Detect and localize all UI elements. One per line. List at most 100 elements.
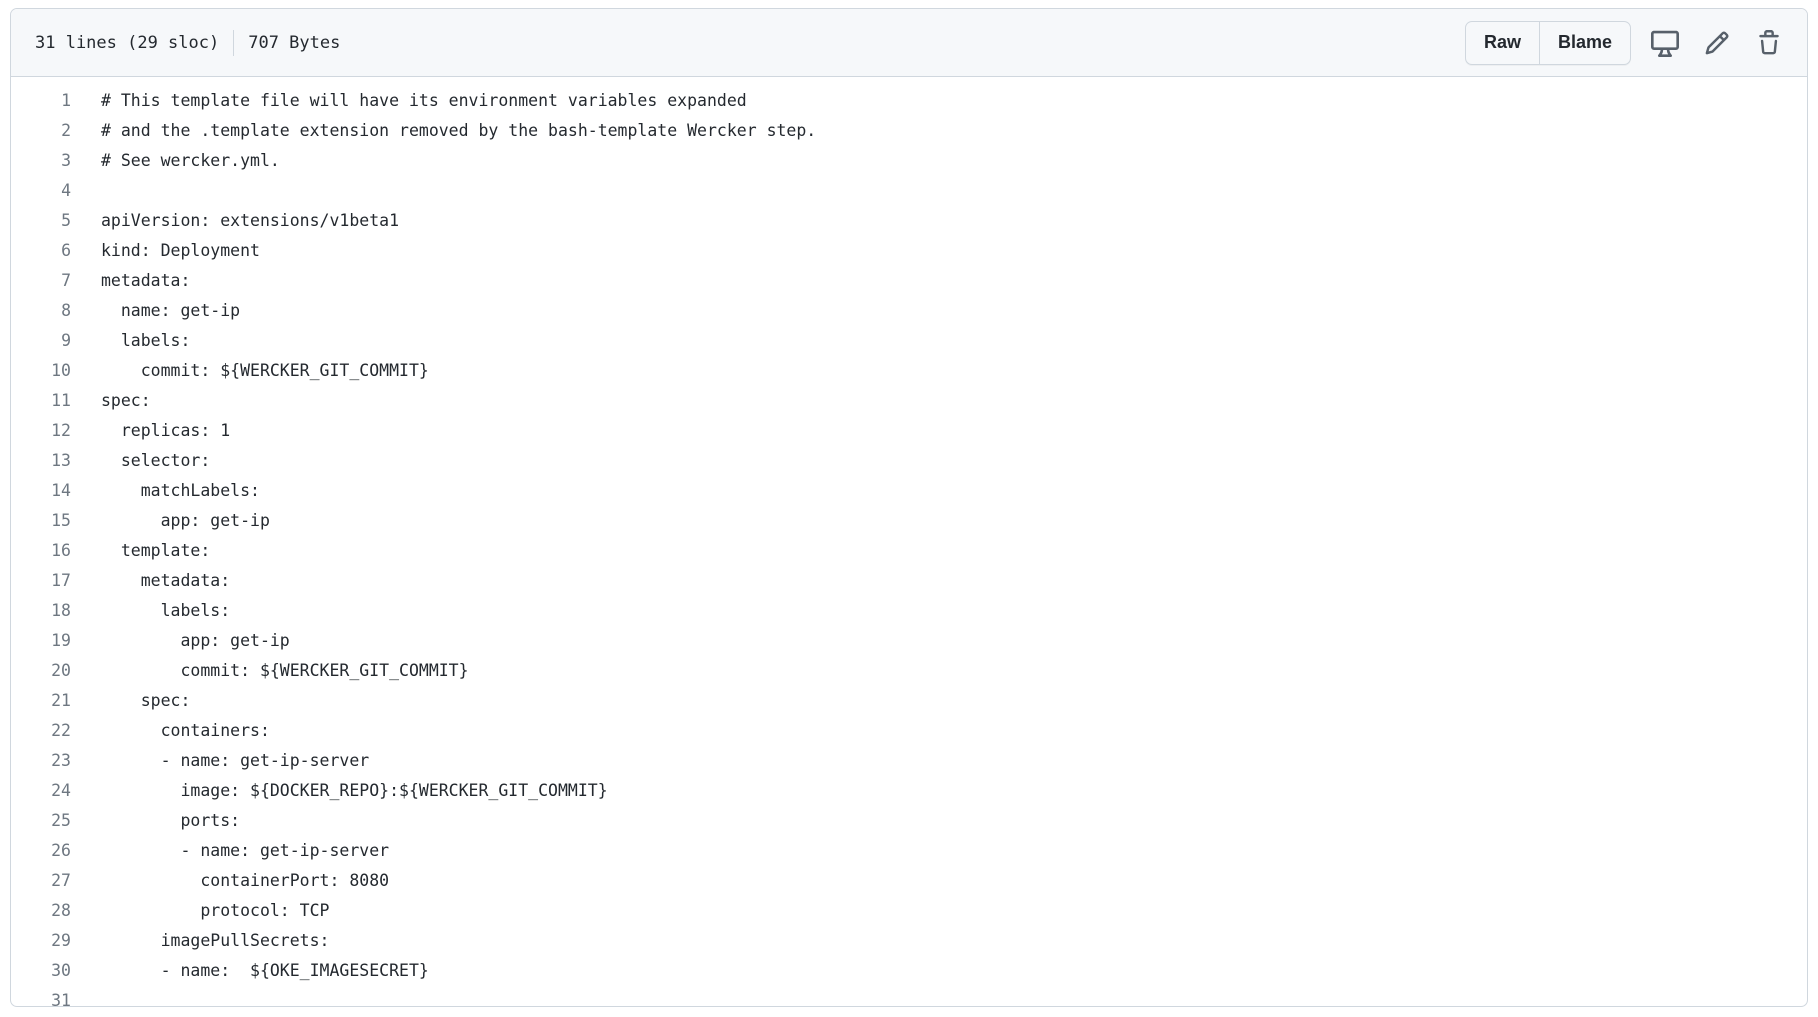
line-content: containers: [101,721,270,740]
line-content: kind: Deployment [101,241,260,260]
line-number[interactable]: 29 [11,926,71,956]
line-number[interactable]: 22 [11,716,71,746]
file-actions: Raw Blame [1464,20,1787,65]
raw-button[interactable]: Raw [1466,22,1539,64]
line-content: metadata: [101,271,191,290]
code-line: 28 protocol: TCP [11,896,1807,926]
code-line: 18 labels: [11,596,1807,626]
line-number[interactable]: 20 [11,656,71,686]
line-number[interactable]: 11 [11,386,71,416]
line-number[interactable]: 7 [11,266,71,296]
line-number[interactable]: 18 [11,596,71,626]
file-viewer: 31 lines (29 sloc) 707 Bytes Raw Blame 1… [10,8,1808,1007]
line-number[interactable]: 12 [11,416,71,446]
code-line: 15 app: get-ip [11,506,1807,536]
line-number[interactable]: 15 [11,506,71,536]
line-number[interactable]: 2 [11,116,71,146]
line-number[interactable]: 10 [11,356,71,386]
line-number[interactable]: 3 [11,146,71,176]
code-line: 6 kind: Deployment [11,236,1807,266]
line-number[interactable]: 23 [11,746,71,776]
line-content: - name: get-ip-server [101,841,390,860]
line-number[interactable]: 24 [11,776,71,806]
line-content: - name: ${OKE_IMAGESECRET} [101,961,429,980]
code-line: 9 labels: [11,326,1807,356]
code-line: 26 - name: get-ip-server [11,836,1807,866]
line-content: replicas: 1 [101,421,231,440]
code-line: 13 selector: [11,446,1807,476]
file-info: 31 lines (29 sloc) 707 Bytes [35,29,341,56]
code-line: 17 metadata: [11,566,1807,596]
line-content: labels: [101,601,231,620]
blame-button[interactable]: Blame [1538,21,1630,64]
code-view: 1 # This template file will have its envi… [11,77,1807,1006]
line-content: apiVersion: extensions/v1beta1 [101,211,400,230]
line-content: commit: ${WERCKER_GIT_COMMIT} [101,361,429,380]
code-line: 5 apiVersion: extensions/v1beta1 [11,206,1807,236]
line-number[interactable]: 16 [11,536,71,566]
line-number[interactable]: 21 [11,686,71,716]
line-number[interactable]: 4 [11,176,71,206]
line-count: 31 lines (29 sloc) [35,32,220,53]
file-size: 707 Bytes [248,32,341,53]
line-content [71,176,101,206]
line-content: labels: [101,331,191,350]
line-number[interactable]: 26 [11,836,71,866]
desktop-icon[interactable] [1647,25,1683,61]
line-content: # See wercker.yml. [101,151,280,170]
line-number[interactable]: 31 [11,986,71,1006]
line-content: name: get-ip [101,301,241,320]
code-line: 27 containerPort: 8080 [11,866,1807,896]
line-number[interactable]: 14 [11,476,71,506]
line-number[interactable]: 9 [11,326,71,356]
file-header: 31 lines (29 sloc) 707 Bytes Raw Blame [11,9,1807,77]
line-number[interactable]: 28 [11,896,71,926]
code-line: 11 spec: [11,386,1807,416]
code-line: 29 imagePullSecrets: [11,926,1807,956]
line-content: template: [101,541,211,560]
code-line: 25 ports: [11,806,1807,836]
trash-icon[interactable] [1751,25,1787,61]
line-number[interactable]: 17 [11,566,71,596]
code-line: 16 template: [11,536,1807,566]
line-content: protocol: TCP [101,901,330,920]
code-line: 31 [11,986,1807,1006]
code-line: 14 matchLabels: [11,476,1807,506]
line-number[interactable]: 27 [11,866,71,896]
line-content: app: get-ip [101,511,270,530]
line-content: app: get-ip [101,631,290,650]
code-line: 3 # See wercker.yml. [11,146,1807,176]
line-content: commit: ${WERCKER_GIT_COMMIT} [101,661,469,680]
line-content: spec: [101,391,151,410]
line-content: containerPort: 8080 [101,871,390,890]
code-line: 30 - name: ${OKE_IMAGESECRET} [11,956,1807,986]
code-line: 23 - name: get-ip-server [11,746,1807,776]
line-number[interactable]: 1 [11,86,71,116]
code-line: 21 spec: [11,686,1807,716]
line-content: # and the .template extension removed by… [101,121,817,140]
line-content: ports: [101,811,241,830]
line-content: imagePullSecrets: [101,931,330,950]
line-content: # This template file will have its envir… [101,91,747,110]
line-number[interactable]: 8 [11,296,71,326]
line-number[interactable]: 13 [11,446,71,476]
line-number[interactable]: 30 [11,956,71,986]
line-content: matchLabels: [101,481,260,500]
code-line: 1 # This template file will have its envi… [11,86,1807,116]
line-content: spec: [101,691,191,710]
code-line: 24 image: ${DOCKER_REPO}:${WERCKER_GIT_C… [11,776,1807,806]
line-content: image: ${DOCKER_REPO}:${WERCKER_GIT_COMM… [101,781,608,800]
raw-blame-group: Raw Blame [1464,20,1631,65]
line-content: metadata: [101,571,231,590]
line-content: - name: get-ip-server [101,751,370,770]
line-number[interactable]: 5 [11,206,71,236]
code-line: 10 commit: ${WERCKER_GIT_COMMIT} [11,356,1807,386]
code-line: 22 containers: [11,716,1807,746]
pencil-icon[interactable] [1699,25,1735,61]
code-line: 20 commit: ${WERCKER_GIT_COMMIT} [11,656,1807,686]
code-line: 12 replicas: 1 [11,416,1807,446]
code-line: 4 [11,176,1807,206]
line-number[interactable]: 25 [11,806,71,836]
line-number[interactable]: 19 [11,626,71,656]
line-number[interactable]: 6 [11,236,71,266]
